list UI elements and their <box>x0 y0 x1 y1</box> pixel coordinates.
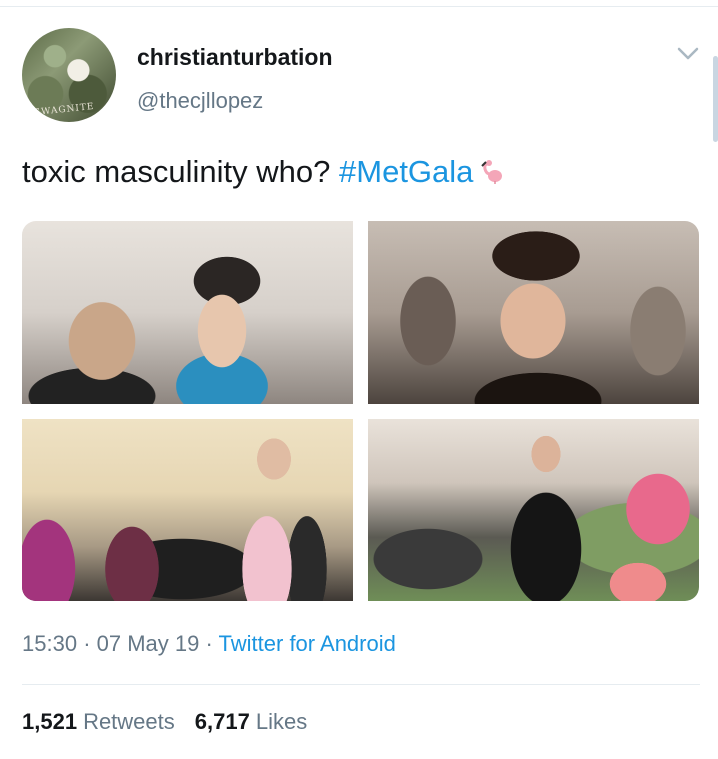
engagement-stats: 1,521 Retweets 6,717 Likes <box>22 709 307 735</box>
retweets-count[interactable]: 1,521 <box>22 709 77 734</box>
tweet-photo-2[interactable] <box>368 221 699 404</box>
tweet-text: toxic masculinity who? #MetGala <box>22 154 505 190</box>
tweet-date: 07 May 19 <box>96 631 200 656</box>
tweet-meta: 15:30 · 07 May 19 · Twitter for Android <box>22 631 396 657</box>
retweets-label[interactable]: Retweets <box>83 709 175 734</box>
tweet-time: 15:30 <box>22 631 78 656</box>
avatar[interactable]: SWAGNITE <box>22 28 116 122</box>
scrollbar[interactable] <box>713 56 718 142</box>
likes-label[interactable]: Likes <box>256 709 307 734</box>
media-grid <box>22 221 699 601</box>
top-divider <box>0 6 718 7</box>
display-name[interactable]: christianturbation <box>137 44 333 71</box>
chevron-down-icon[interactable] <box>676 46 700 62</box>
meta-separator-2: · <box>205 631 213 656</box>
tweet-source-link[interactable]: Twitter for Android <box>219 631 396 656</box>
user-handle[interactable]: @thecjllopez <box>137 88 263 114</box>
meta-separator: · <box>83 631 91 656</box>
flamingo-emoji-icon <box>481 160 503 184</box>
tweet-photo-3[interactable] <box>22 419 353 601</box>
tweet-photo-4[interactable] <box>368 419 699 601</box>
stats-divider <box>22 684 700 685</box>
tweet-text-plain: toxic masculinity who? <box>22 154 340 189</box>
avatar-artwork-text: SWAGNITE <box>33 101 96 119</box>
likes-count[interactable]: 6,717 <box>195 709 250 734</box>
tweet-photo-1[interactable] <box>22 221 353 404</box>
hashtag-link[interactable]: #MetGala <box>339 154 473 189</box>
